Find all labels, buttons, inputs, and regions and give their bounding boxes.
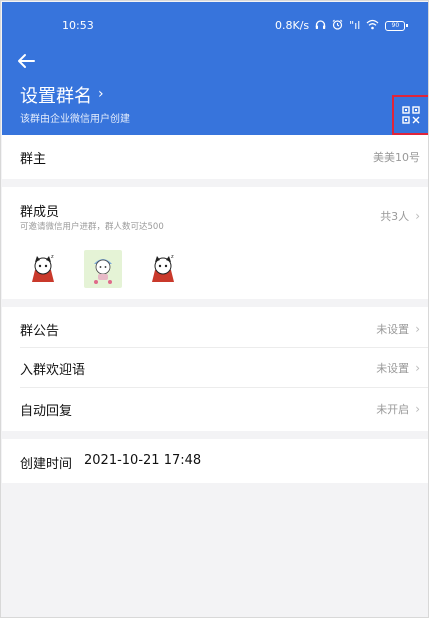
battery-icon: 90: [385, 20, 409, 31]
auto-reply-value-wrap: 未开启 ›: [376, 401, 420, 417]
welcome-row[interactable]: 入群欢迎语 未设置 ›: [2, 348, 428, 388]
auto-reply-value: 未开启: [376, 403, 410, 416]
cat-avatar-icon: z: [152, 254, 174, 282]
owner-value: 美美10号: [373, 151, 420, 164]
signal-icon: "ıl: [349, 19, 361, 32]
members-section: 群成员 可邀请微信用户进群，群人数可达500 共3人 › z z: [2, 187, 428, 299]
screen: 10:53 0.8K/s "ıl 90 设置群名 › 该群由企业微信用户创建 群…: [0, 0, 429, 618]
avatar[interactable]: [84, 250, 122, 288]
chevron-right-icon: ›: [98, 86, 104, 102]
announcement-value: 未设置: [376, 323, 410, 336]
members-hint: 可邀请微信用户进群，群人数可达500: [20, 222, 164, 232]
divider: [20, 387, 428, 388]
owner-section: 群主 美美10号: [2, 135, 428, 179]
auto-reply-row[interactable]: 自动回复 未开启 ›: [2, 389, 428, 429]
settings-section: 群公告 未设置 › 入群欢迎语 未设置 › 自动回复 未开启 ›: [2, 307, 428, 431]
arrow-left-icon: [18, 54, 35, 68]
member-avatars: z z: [24, 250, 182, 288]
announcement-label: 群公告: [20, 323, 60, 339]
created-row: 创建时间 2021-10-21 17:48: [20, 453, 201, 472]
wifi-icon: [366, 19, 379, 32]
network-speed: 0.8K/s: [275, 19, 310, 32]
welcome-label: 入群欢迎语: [20, 362, 86, 378]
status-time: 10:53: [62, 19, 94, 32]
chevron-right-icon: ›: [415, 402, 420, 416]
members-label: 群成员: [20, 205, 60, 220]
back-button[interactable]: [14, 49, 38, 73]
welcome-value-wrap: 未设置 ›: [376, 360, 420, 376]
owner-row[interactable]: 群主 美美10号: [2, 137, 428, 177]
group-name-setting[interactable]: 设置群名 ›: [20, 82, 104, 108]
status-icons: 0.8K/s "ıl 90: [275, 19, 409, 32]
announcement-value-wrap: 未设置 ›: [376, 321, 420, 337]
qr-code-button[interactable]: [392, 95, 428, 135]
qr-code-icon: [402, 106, 420, 124]
owner-label: 群主: [20, 151, 47, 167]
header: 10:53 0.8K/s "ıl 90 设置群名 › 该群由企业微信用户创建: [2, 2, 428, 135]
svg-text:z: z: [51, 254, 54, 260]
created-section: 创建时间 2021-10-21 17:48: [2, 439, 428, 483]
bear-avatar-icon: [94, 259, 112, 284]
welcome-value: 未设置: [376, 362, 410, 375]
announcement-row[interactable]: 群公告 未设置 ›: [2, 309, 428, 349]
created-label: 创建时间: [20, 457, 73, 472]
created-value: 2021-10-21 17:48: [84, 453, 202, 468]
alarm-icon: [332, 19, 343, 32]
svg-text:z: z: [171, 254, 174, 260]
group-name-title: 设置群名: [20, 86, 92, 107]
chevron-right-icon: ›: [415, 361, 420, 375]
avatar[interactable]: z: [24, 250, 62, 288]
chevron-right-icon: ›: [415, 209, 420, 223]
members-count-button[interactable]: 共3人 ›: [380, 208, 420, 224]
cat-avatar-icon: z: [32, 254, 54, 282]
auto-reply-label: 自动回复: [20, 403, 73, 419]
avatar[interactable]: z: [144, 250, 182, 288]
group-subtitle: 该群由企业微信用户创建: [20, 114, 130, 125]
headphones-icon: [315, 19, 326, 32]
members-count: 共3人: [380, 210, 410, 223]
chevron-right-icon: ›: [415, 322, 420, 336]
